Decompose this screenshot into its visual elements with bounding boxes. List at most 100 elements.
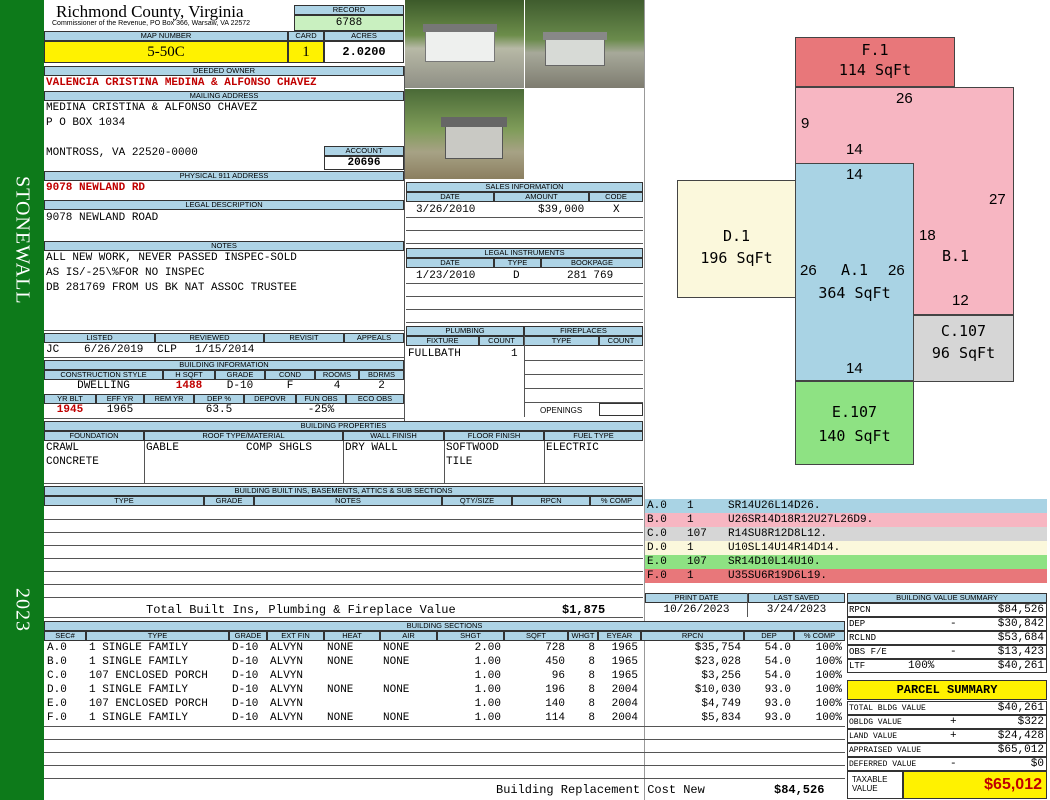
value-summary-key: RCLND [849, 633, 877, 643]
plumbing-count: 1 [511, 348, 518, 360]
section-cell: 1.00 [474, 656, 501, 668]
replacement-cost-value: $84,526 [774, 783, 825, 797]
c107-area: 96 SqFt [931, 344, 996, 362]
sqft-header: SQFT [504, 631, 568, 641]
rooms-header: ROOMS [315, 370, 359, 380]
section-cell: ALVYN [270, 698, 304, 710]
f1-id: F.1 [861, 41, 889, 59]
grade-header: GRADE [215, 370, 265, 380]
deeded-owner: VALENCIA CRISTINA MEDINA & ALFONSO CHAVE… [46, 77, 317, 89]
section-cell: F.0 [47, 712, 67, 724]
builtins-type-header: TYPE [44, 496, 204, 506]
parcel-summary-value: $65,012 [997, 744, 1044, 756]
fireplace-count-header: COUNT [599, 336, 643, 346]
vector-sec: C.0 [647, 528, 667, 540]
section-cell: NONE [383, 642, 410, 654]
section-cell: ALVYN [270, 712, 304, 724]
section-cell: 728 [545, 642, 565, 654]
foundation-2: CONCRETE [46, 456, 99, 468]
sales-info-label: SALES INFORMATION [406, 182, 643, 192]
section-cell: A.0 [47, 642, 67, 654]
section-cell: ALVYN [270, 670, 304, 682]
property-photo-3 [405, 89, 524, 179]
functional-obsolescence: -25% [307, 404, 335, 416]
section-cell: 114 [545, 712, 565, 724]
section-cell: D-10 [232, 712, 259, 724]
year-label: 2023 [11, 588, 34, 632]
section-cell: 107 ENCLOSED PORCH [89, 670, 208, 682]
section-cell: 100% [815, 670, 842, 682]
vector-code: SR14D10L14U10. [728, 556, 821, 568]
taxable-value: $65,012 [903, 771, 1047, 799]
value-summary-value: $30,842 [997, 618, 1044, 630]
type-header: TYPE [86, 631, 229, 641]
section-cell: 1 SINGLE FAMILY [89, 684, 189, 696]
b1-id: B.1 [942, 247, 970, 265]
account-label: ACCOUNT [324, 146, 404, 156]
fireplaces-label: FIREPLACES [524, 326, 643, 336]
print-date: 10/26/2023 [663, 604, 730, 616]
section-cell: B.0 [47, 656, 67, 668]
fixture-header: FIXTURE [406, 336, 479, 346]
section-cell: 2004 [611, 712, 638, 724]
dim-b1-top: 26 [896, 90, 913, 107]
section-cell: $5,834 [701, 712, 741, 724]
section-cell: 54.0 [764, 642, 791, 654]
section-cell: 8 [588, 642, 595, 654]
dim-b1-inner-left: 18 [919, 227, 936, 244]
builtins-grade-header: GRADE [204, 496, 254, 506]
building-info-label: BUILDING INFORMATION [44, 360, 404, 370]
print-date-label: PRINT DATE [645, 593, 748, 603]
cond-header: COND [265, 370, 315, 380]
shgt-header: SHGT [437, 631, 504, 641]
value-summary-key: OBS F/E [849, 647, 887, 657]
account-number: 20696 [324, 156, 404, 170]
vector-sec: E.0 [647, 556, 667, 568]
fuel-type-header: FUEL TYPE [544, 431, 643, 441]
value-summary-value: $13,423 [997, 646, 1044, 658]
f1-area: 114 SqFt [838, 61, 912, 79]
section-cell: 100% [815, 642, 842, 654]
vector-num: 1 [687, 542, 694, 554]
section-cell: 8 [588, 684, 595, 696]
dim-b1-bottom: 12 [952, 292, 969, 309]
value-summary-value: $53,684 [997, 632, 1044, 644]
section-cell: 1.00 [474, 684, 501, 696]
section-cell: D-10 [232, 642, 259, 654]
grade-value: D-10 [226, 380, 254, 392]
physical-address-label: PHYSICAL 911 ADDRESS [44, 171, 404, 181]
vector-num: 1 [687, 500, 694, 512]
vector-row [645, 541, 1047, 555]
section-cell: 8 [588, 698, 595, 710]
legal-description: 9078 NEWLAND ROAD [46, 212, 159, 224]
section-cell: 2004 [611, 698, 638, 710]
fuel-type: ELECTRIC [546, 442, 599, 454]
legal-instruments-label: LEGAL INSTRUMENTS [406, 248, 643, 258]
vector-num: 107 [687, 528, 707, 540]
ecoobs-header: ECO OBS [346, 394, 404, 404]
extfin-header: EXT FIN [267, 631, 324, 641]
sales-date-header: DATE [406, 192, 494, 202]
rpcn-header: RPCN [641, 631, 744, 641]
section-cell: $23,028 [694, 656, 741, 668]
bdrms-header: BDRMS [359, 370, 404, 380]
floor-finish-1: SOFTWOOD [446, 442, 499, 454]
section-cell: D-10 [232, 684, 259, 696]
dim-b1-left: 9 [801, 115, 810, 132]
district-sidebar [0, 0, 44, 800]
dim-a1-right: 26 [888, 262, 905, 279]
value-summary-value: $40,261 [997, 660, 1044, 672]
builtins-total-value: $1,875 [562, 603, 606, 617]
instrument-bookpage: 281 769 [567, 270, 614, 282]
listed-label: LISTED [44, 333, 155, 343]
vector-sec: B.0 [647, 514, 667, 526]
year-built: 1945 [56, 404, 84, 416]
rooms-value: 4 [333, 380, 341, 392]
value-summary-sign: 100% [908, 660, 935, 672]
value-summary-label: BUILDING VALUE SUMMARY [847, 593, 1047, 603]
section-cell: 1965 [611, 642, 638, 654]
vector-code: U26SR14D18R12U27L26D9. [728, 514, 874, 526]
construction-style-header: CONSTRUCTION STYLE [44, 370, 163, 380]
property-photo-2 [525, 0, 644, 88]
cond-value: F [286, 380, 294, 392]
